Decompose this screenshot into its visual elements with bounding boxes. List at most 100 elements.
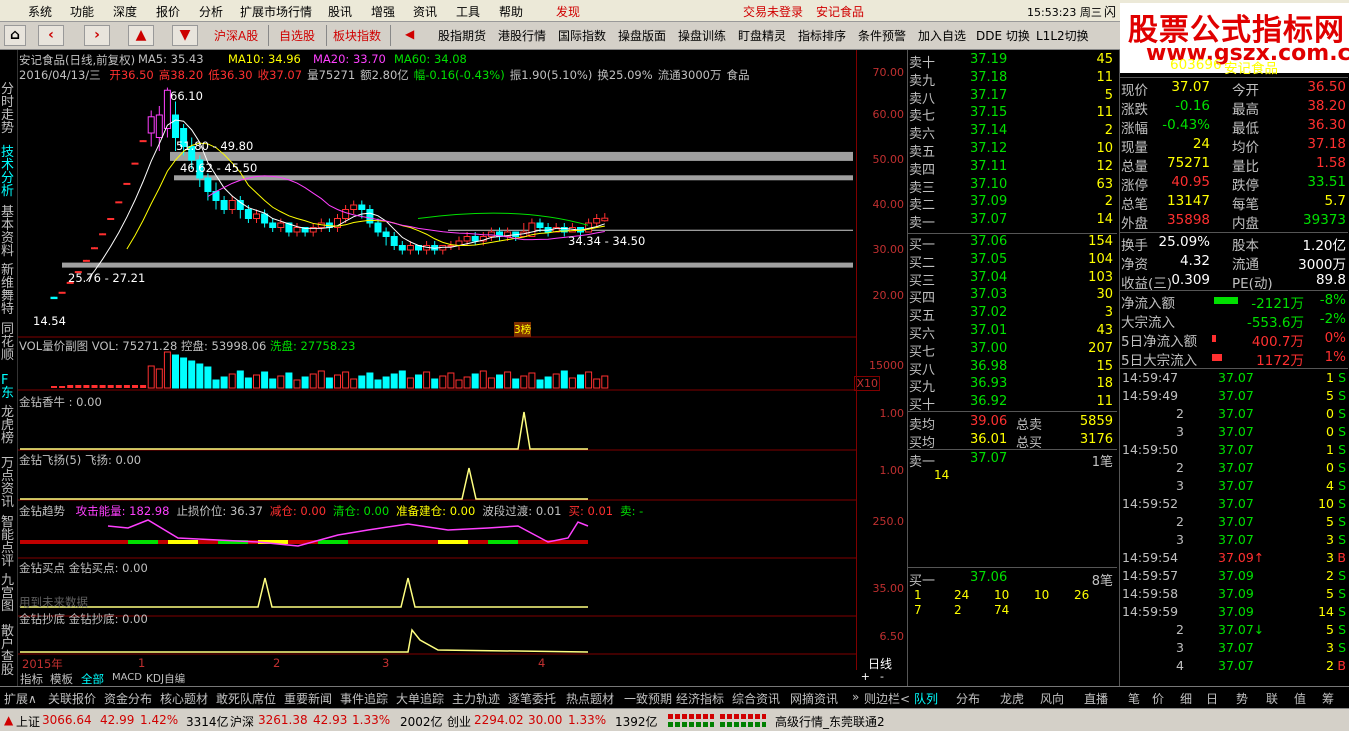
tab-kdj[interactable]: KDJ自编 [146, 671, 185, 686]
menu-tools[interactable]: 工具 [456, 3, 480, 20]
btn-sector-index[interactable]: 板块指数 [333, 27, 381, 44]
nav-timeshare[interactable]: 分时走势 [1, 83, 17, 135]
bottom-tab[interactable]: 一致预期 [624, 690, 672, 707]
bottom-tab[interactable]: 风向 [1040, 690, 1064, 707]
bottom-tab[interactable]: 联 [1266, 690, 1278, 707]
zoom-in-icon[interactable]: + [861, 670, 870, 683]
login-status[interactable]: 交易未登录 [743, 3, 803, 20]
bottom-tab[interactable]: » [852, 690, 859, 704]
nav-smart-review[interactable]: 智能点评 [1, 516, 17, 568]
bottom-tab[interactable]: 敢死队席位 [216, 690, 276, 707]
cy-label[interactable]: 创业 [447, 713, 471, 730]
btn-add-watchlist[interactable]: 加入自选 [918, 27, 966, 44]
bottom-tab[interactable]: 龙虎 [1000, 690, 1024, 707]
bottom-tab[interactable]: 主力轨迹 [452, 690, 500, 707]
kline-chart-svg[interactable] [18, 50, 857, 670]
menu-extended-market[interactable]: 扩展市场行情 [240, 3, 312, 20]
tab-macd[interactable]: MACD [112, 672, 142, 683]
feed-server[interactable]: 高级行情_东莞联通2 [775, 713, 885, 730]
arrow-right-icon[interactable]: › [84, 25, 110, 46]
orderbook-row[interactable]: 买六 37.01 43 [908, 323, 1117, 342]
dragon-tiger-tag[interactable]: 3榜 [514, 322, 532, 337]
zoom-out-icon[interactable]: - [880, 670, 884, 683]
dropdown-icon[interactable]: ◀ [405, 27, 414, 41]
menu-enhance[interactable]: 增强 [371, 3, 395, 20]
orderbook-row[interactable]: 卖七 37.15 11 [908, 105, 1117, 124]
orderbook-row[interactable]: 买八 36.98 15 [908, 359, 1117, 378]
orderbook-row[interactable]: 卖五 37.12 10 [908, 141, 1117, 160]
orderbook-row[interactable]: 买九 36.93 18 [908, 376, 1117, 395]
btn-indicator-sort[interactable]: 指标排序 [798, 27, 846, 44]
menu-system[interactable]: 系统 [28, 3, 52, 20]
nav-ths[interactable]: 同花顺 [1, 323, 17, 362]
orderbook-row[interactable]: 卖四 37.11 12 [908, 159, 1117, 178]
orderbook-row[interactable]: 买二 37.05 104 [908, 252, 1117, 271]
bottom-tab[interactable]: 事件追踪 [340, 690, 388, 707]
tab-indicator[interactable]: 指标 [20, 671, 43, 687]
nav-new-dimension[interactable]: 新维舞特 [1, 264, 17, 316]
orderbook-row[interactable]: 卖六 37.14 2 [908, 123, 1117, 142]
orderbook-row[interactable]: 卖八 37.17 5 [908, 88, 1117, 107]
btn-trading-training[interactable]: 操盘训练 [678, 27, 726, 44]
sh-label[interactable]: 上证 [16, 713, 40, 730]
bottom-tab[interactable]: 逐笔委托 [508, 690, 556, 707]
orderbook-row[interactable]: 买七 37.00 207 [908, 341, 1117, 360]
nav-f-east[interactable]: F东 [1, 374, 17, 400]
nav-nine-grid[interactable]: 九宫图 [1, 574, 17, 613]
orderbook-row[interactable]: 买五 37.02 3 [908, 305, 1117, 324]
menu-info[interactable]: 资讯 [413, 3, 437, 20]
bottom-tab[interactable]: 值 [1294, 690, 1306, 707]
home-icon[interactable]: ⌂ [4, 25, 26, 46]
tab-all[interactable]: 全部 [81, 671, 104, 687]
bottom-tab[interactable]: 分布 [956, 690, 980, 707]
btn-condition-alert[interactable]: 条件预警 [858, 27, 906, 44]
bottom-tab[interactable]: 经济指标 [676, 690, 724, 707]
arrow-left-icon[interactable]: ‹ [38, 25, 64, 46]
arrow-up-icon[interactable]: ▲ [128, 25, 154, 46]
orderbook-row[interactable]: 卖十 37.19 45 [908, 52, 1117, 71]
btn-l1l2-switch[interactable]: L1L2切换 [1036, 27, 1089, 44]
btn-trading-layout[interactable]: 操盘版面 [618, 27, 666, 44]
bottom-tab[interactable]: 笔 [1128, 690, 1140, 707]
bottom-tab[interactable]: 资金分布 [104, 690, 152, 707]
btn-hk-quotes[interactable]: 港股行情 [498, 27, 546, 44]
nav-retail-check[interactable]: 散户查股 [1, 625, 17, 677]
clock-button[interactable]: 闪 [1104, 3, 1116, 20]
btn-dde-switch[interactable]: DDE 切换 [976, 27, 1030, 44]
menu-depth[interactable]: 深度 [113, 3, 137, 20]
nav-dragon-tiger[interactable]: 龙虎榜 [1, 406, 17, 445]
menu-help[interactable]: 帮助 [499, 3, 523, 20]
orderbook-row[interactable]: 卖一 37.07 14 [908, 212, 1117, 231]
bottom-tab[interactable]: 队列 [914, 690, 938, 707]
sz-label[interactable]: 沪深 [230, 713, 254, 730]
nav-fundamentals[interactable]: 基本资料 [1, 206, 17, 258]
btn-watchlist[interactable]: 自选股 [279, 27, 315, 44]
kline-chart-area[interactable]: 安记食品(日线,前复权) MA5: 35.43 MA10: 34.96 MA20… [18, 50, 857, 686]
menu-discover[interactable]: 发现 [556, 3, 580, 20]
orderbook-row[interactable]: 买十 36.92 11 [908, 394, 1117, 413]
nav-technical[interactable]: 技术分析 [1, 146, 17, 198]
orderbook-row[interactable]: 买三 37.04 103 [908, 270, 1117, 289]
bottom-tab[interactable]: 关联报价 [48, 690, 96, 707]
bottom-tab[interactable]: 直播 [1084, 690, 1108, 707]
bottom-tab[interactable]: 重要新闻 [284, 690, 332, 707]
bottom-tab[interactable]: 日 [1206, 690, 1218, 707]
btn-index-futures[interactable]: 股指期货 [438, 27, 486, 44]
bottom-tab[interactable]: 势 [1236, 690, 1248, 707]
btn-watch-wizard[interactable]: 盯盘精灵 [738, 27, 786, 44]
bottom-tab[interactable]: 核心题材 [160, 690, 208, 707]
orderbook-row[interactable]: 卖二 37.09 2 [908, 194, 1117, 213]
bottom-tab[interactable]: 大单追踪 [396, 690, 444, 707]
btn-shsz-a[interactable]: 沪深A股 [214, 27, 258, 44]
orderbook-row[interactable]: 卖九 37.18 11 [908, 70, 1117, 89]
bottom-tab[interactable]: 细 [1180, 690, 1192, 707]
bottom-tab[interactable]: 则边栏< [864, 690, 910, 707]
orderbook-row[interactable]: 买四 37.03 30 [908, 287, 1117, 306]
bottom-tab[interactable]: 综合资讯 [732, 690, 780, 707]
bottom-tab[interactable]: 筹 [1322, 690, 1334, 707]
menu-quote[interactable]: 报价 [156, 3, 180, 20]
bottom-tab[interactable]: 热点题材 [566, 690, 614, 707]
menu-function[interactable]: 功能 [70, 3, 94, 20]
bottom-tab[interactable]: 网摘资讯 [790, 690, 838, 707]
btn-intl-index[interactable]: 国际指数 [558, 27, 606, 44]
